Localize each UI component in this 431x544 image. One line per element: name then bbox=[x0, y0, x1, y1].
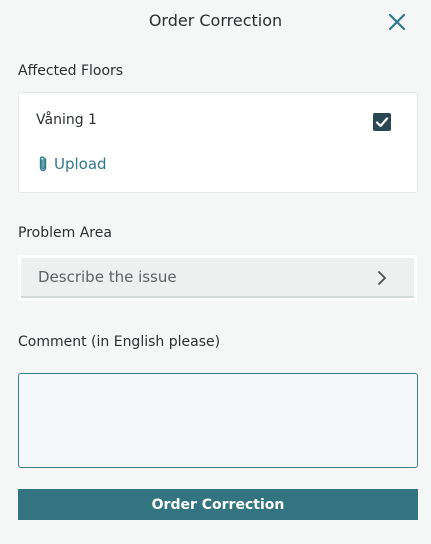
chevron-right-icon bbox=[378, 271, 386, 285]
comment-label: Comment (in English please) bbox=[18, 334, 221, 350]
checkmark-icon bbox=[375, 117, 389, 128]
affected-floors-card: Våning 1 Upload bbox=[18, 92, 418, 193]
floor-checkbox[interactable] bbox=[373, 113, 391, 131]
paperclip-icon bbox=[39, 156, 47, 172]
comment-field[interactable] bbox=[18, 373, 418, 468]
dialog-title: Order Correction bbox=[148, 11, 283, 30]
problem-area-placeholder: Describe the issue bbox=[38, 268, 177, 286]
problem-area-select[interactable]: Describe the issue bbox=[21, 258, 414, 298]
floor-name: Våning 1 bbox=[36, 112, 97, 128]
close-icon bbox=[388, 13, 406, 31]
upload-label: Upload bbox=[54, 155, 107, 173]
problem-area-label: Problem Area bbox=[18, 225, 112, 241]
close-button[interactable] bbox=[386, 11, 408, 33]
order-correction-dialog: Order Correction Affected Floors Våning … bbox=[0, 0, 431, 544]
upload-link[interactable]: Upload bbox=[38, 153, 107, 175]
affected-floors-label: Affected Floors bbox=[18, 63, 124, 79]
order-correction-button[interactable]: Order Correction bbox=[18, 489, 418, 520]
dialog-header: Order Correction bbox=[0, 0, 431, 44]
